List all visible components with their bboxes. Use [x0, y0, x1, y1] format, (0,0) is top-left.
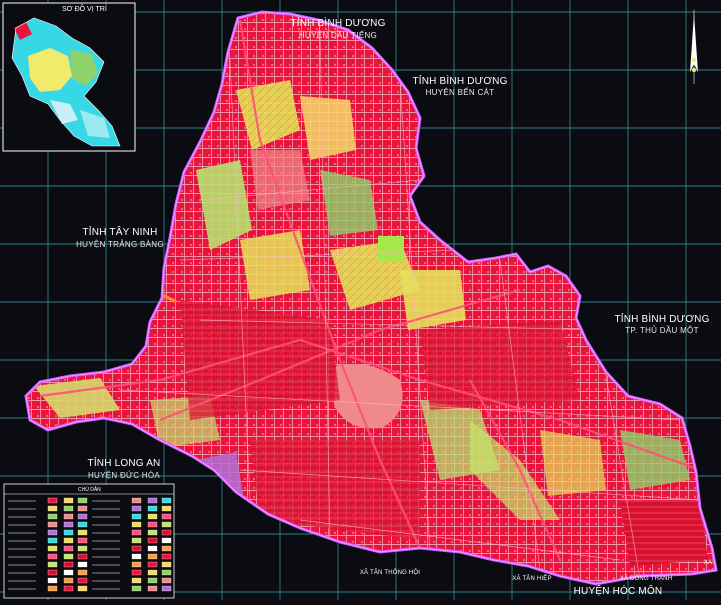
label-bd-ne-district: HUYỆN BẾN CÁT: [426, 87, 495, 97]
label-commune-tan-thong-hoi: XÃ TÂN THÔNG HỘI: [360, 569, 420, 576]
inset-location-map: SƠ ĐỒ VỊ TRÍ: [2, 2, 136, 152]
label-commune-tan-hiep: XÃ TÂN HIỆP: [512, 574, 551, 582]
label-commune-dong-thanh: XÃ ĐÔNG THẠNH: [620, 575, 673, 582]
label-longan-district: HUYỆN ĐỨC HÒA: [88, 471, 160, 480]
label-bd-ne-province: TỈNH BÌNH DƯƠNG: [412, 74, 507, 87]
label-bd-north-province: TỈNH BÌNH DƯƠNG: [290, 16, 385, 29]
label-longan-province: TỈNH LONG AN: [88, 456, 161, 469]
label-bd-east-province: TỈNH BÌNH DƯƠNG: [614, 312, 709, 325]
planning-map: SƠ ĐỒ VỊ TRÍ CHÚ DẪN TỈNH BÌNH DƯƠNG HUY…: [0, 0, 721, 600]
legend-title: CHÚ DẪN: [78, 486, 101, 493]
label-bd-north-district: HUYỆN DẦU TIẾNG: [299, 30, 377, 40]
legend: CHÚ DẪN: [3, 483, 175, 599]
label-bd-east-district: TP. THỦ DẦU MỘT: [625, 325, 699, 335]
label-tayninh-district: HUYỆN TRẢNG BÀNG: [76, 240, 164, 249]
map-canvas: SƠ ĐỒ VỊ TRÍ CHÚ DẪN TỈNH BÌNH DƯƠNG HUY…: [0, 0, 721, 600]
label-district-hoc-mon: HUYỆN HÓC MÔN: [574, 584, 663, 597]
label-tayninh-province: TỈNH TÂY NINH: [82, 225, 157, 238]
label-commune-xa: XA: [704, 560, 712, 566]
